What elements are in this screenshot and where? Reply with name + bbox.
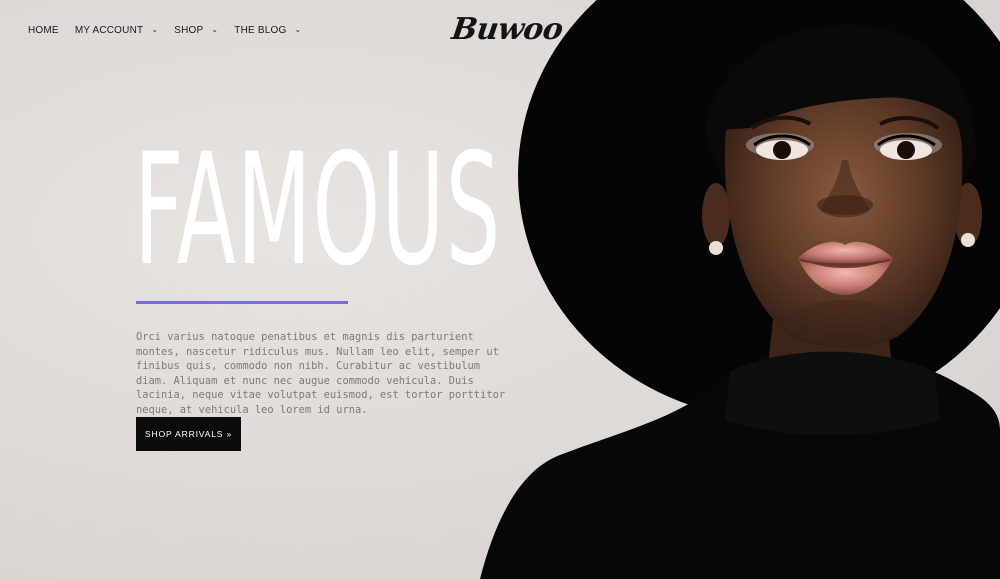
main-navigation: HOME MY ACCOUNT ⌄ SHOP ⌄ THE BLOG ⌄ xyxy=(28,25,317,36)
nav-item-shop[interactable]: SHOP ⌄ xyxy=(174,25,218,36)
hero-portrait-image xyxy=(480,0,1000,579)
nav-item-my-account[interactable]: MY ACCOUNT ⌄ xyxy=(75,25,158,36)
chevron-down-icon: ⌄ xyxy=(151,25,159,34)
nav-item-home[interactable]: HOME xyxy=(28,25,59,36)
hero-divider xyxy=(136,301,348,304)
shop-arrivals-button[interactable]: SHOP ARRIVALS » xyxy=(136,417,241,451)
nav-item-label: HOME xyxy=(28,25,59,36)
nav-item-the-blog[interactable]: THE BLOG ⌄ xyxy=(234,25,301,36)
nav-item-label: SHOP xyxy=(174,25,204,36)
brand-logo[interactable]: Buwoo xyxy=(450,12,565,47)
nav-item-label: THE BLOG xyxy=(234,25,287,36)
hero-description: Orci varius natoque penatibus et magnis … xyxy=(136,331,506,416)
chevron-down-icon: ⌄ xyxy=(211,25,219,34)
chevron-down-icon: ⌄ xyxy=(294,25,302,34)
hero-title: FAMOUS xyxy=(134,121,502,300)
nav-item-label: MY ACCOUNT xyxy=(74,25,144,36)
page: HOME MY ACCOUNT ⌄ SHOP ⌄ THE BLOG ⌄ Buwo… xyxy=(0,0,1000,579)
